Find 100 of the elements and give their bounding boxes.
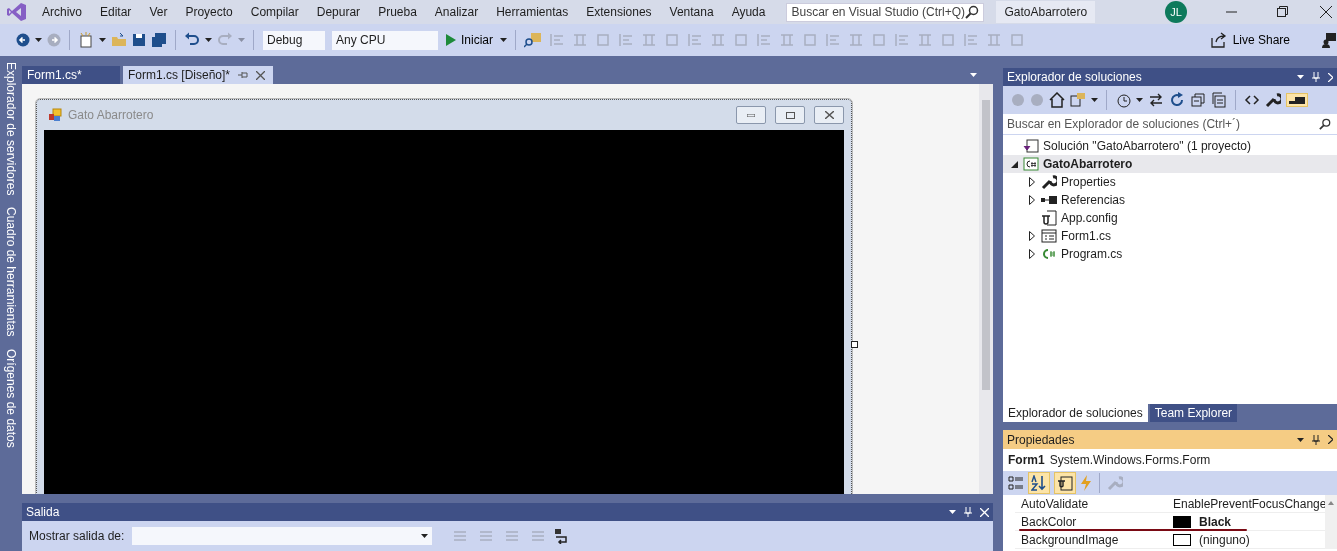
menu-item[interactable]: Proyecto bbox=[176, 5, 242, 19]
configuration-dropdown[interactable]: Debug bbox=[262, 29, 326, 51]
menu-item[interactable]: Ver bbox=[140, 5, 177, 19]
tree-item[interactable]: GatoAbarrotero bbox=[1003, 155, 1337, 173]
save-all-icon[interactable] bbox=[151, 32, 167, 48]
property-name[interactable]: BackgroundImage bbox=[1015, 532, 1173, 547]
live-share-button[interactable]: Live Share bbox=[1204, 31, 1296, 49]
config-file-icon bbox=[1041, 210, 1057, 226]
menu-item[interactable]: Editar bbox=[91, 5, 141, 19]
menu-item[interactable]: Extensiones bbox=[577, 5, 661, 19]
side-tab[interactable]: Orígenes de datos bbox=[4, 348, 18, 448]
menu-item[interactable]: Analizar bbox=[425, 5, 488, 19]
properties-toggle[interactable] bbox=[1054, 472, 1076, 494]
tree-item[interactable]: App.config bbox=[1003, 209, 1337, 227]
property-value[interactable]: Black bbox=[1199, 514, 1232, 529]
save-icon[interactable] bbox=[132, 33, 146, 47]
sync-icon[interactable] bbox=[1148, 92, 1164, 108]
caret-icon[interactable] bbox=[1297, 75, 1304, 79]
menu-item[interactable]: Ventana bbox=[660, 5, 723, 19]
maximize-icon bbox=[785, 111, 795, 119]
search-icon bbox=[1319, 118, 1331, 130]
caret-icon[interactable] bbox=[99, 38, 106, 42]
minimize-button[interactable] bbox=[736, 106, 766, 124]
tree-item[interactable]: Properties bbox=[1003, 173, 1337, 191]
scroll-up-icon[interactable] bbox=[1328, 501, 1334, 505]
csharp-project-icon bbox=[1023, 157, 1039, 171]
wrench-icon bbox=[1041, 174, 1057, 190]
menu-item[interactable]: Herramientas bbox=[487, 5, 578, 19]
menu-item[interactable]: Compilar bbox=[241, 5, 308, 19]
panel-title: Propiedades bbox=[1007, 432, 1075, 447]
panel-tab[interactable]: Explorador de soluciones bbox=[1003, 404, 1148, 422]
tree-item[interactable]: Program.cs bbox=[1003, 245, 1337, 263]
solution-icon bbox=[1023, 139, 1039, 153]
property-name[interactable]: AutoValidate bbox=[1015, 496, 1173, 511]
collapse-all-icon[interactable] bbox=[1190, 92, 1206, 108]
object-type: System.Windows.Forms.Form bbox=[1049, 453, 1211, 467]
property-page-icon bbox=[1057, 475, 1073, 491]
tree-item[interactable]: Referencias bbox=[1003, 191, 1337, 209]
switch-views-icon[interactable] bbox=[1070, 92, 1086, 108]
home-icon[interactable] bbox=[1049, 92, 1065, 108]
scrollbar[interactable] bbox=[979, 84, 993, 494]
back-icon[interactable] bbox=[16, 33, 30, 47]
refresh-icon[interactable] bbox=[1169, 92, 1185, 108]
caret-icon[interactable] bbox=[1297, 437, 1304, 442]
find-folder-icon[interactable] bbox=[524, 32, 542, 48]
alphabetical-toggle[interactable] bbox=[1028, 472, 1050, 494]
panel-title: Salida bbox=[26, 505, 60, 519]
tree-item[interactable]: Form1.cs bbox=[1003, 227, 1337, 245]
copy-icon[interactable] bbox=[1211, 92, 1227, 108]
side-tab[interactable]: Explorador de servidores bbox=[4, 62, 18, 196]
form-title: Gato Abarrotero bbox=[68, 108, 154, 122]
close-icon[interactable] bbox=[1320, 6, 1333, 18]
pin-icon[interactable] bbox=[1312, 434, 1320, 445]
caret-icon[interactable] bbox=[949, 510, 956, 514]
clock-icon[interactable] bbox=[1115, 92, 1131, 108]
start-button[interactable]: Iniciar bbox=[444, 33, 495, 47]
maximize-button[interactable] bbox=[775, 106, 805, 124]
new-project-icon[interactable] bbox=[78, 32, 94, 48]
scrollbar[interactable] bbox=[1325, 495, 1337, 549]
minimize-icon bbox=[747, 113, 755, 117]
menu-item[interactable]: Prueba bbox=[369, 5, 426, 19]
restore-icon[interactable] bbox=[1277, 6, 1290, 18]
caret-icon[interactable] bbox=[970, 73, 977, 77]
feedback-icon[interactable] bbox=[1321, 32, 1337, 48]
platform-dropdown[interactable]: Any CPU bbox=[331, 29, 439, 51]
side-tab[interactable]: Cuadro de herramientas bbox=[4, 207, 18, 337]
expanded-arrow-icon[interactable] bbox=[1010, 160, 1018, 168]
references-icon bbox=[1041, 196, 1057, 204]
undo-icon[interactable] bbox=[184, 32, 200, 48]
caret-icon[interactable] bbox=[1091, 98, 1098, 102]
close-button[interactable] bbox=[814, 106, 844, 124]
close-icon[interactable] bbox=[256, 70, 266, 80]
caret-icon[interactable] bbox=[205, 38, 212, 42]
preview-toggle[interactable] bbox=[1286, 93, 1308, 107]
caret-icon bbox=[421, 534, 429, 538]
menu-item[interactable]: Archivo bbox=[33, 5, 91, 19]
panel-tab[interactable]: Team Explorer bbox=[1149, 404, 1238, 422]
property-name[interactable]: BackColor bbox=[1015, 514, 1173, 529]
document-tab[interactable]: Form1.cs [Diseño]* bbox=[123, 66, 274, 84]
search-icon bbox=[965, 5, 980, 19]
document-tab[interactable]: Form1.cs* bbox=[22, 66, 120, 84]
app-logo-icon[interactable] bbox=[7, 2, 27, 22]
property-value[interactable]: EnablePreventFocusChange bbox=[1173, 496, 1327, 511]
close-icon[interactable] bbox=[1328, 435, 1333, 444]
property-value[interactable]: (ninguno) bbox=[1199, 532, 1250, 547]
categorized-icon[interactable] bbox=[1008, 475, 1024, 491]
caret-icon[interactable] bbox=[35, 38, 42, 42]
caret-icon[interactable] bbox=[500, 38, 507, 42]
form-icon bbox=[48, 108, 62, 122]
csharp-file-icon bbox=[1041, 248, 1057, 260]
caret-icon[interactable] bbox=[1136, 98, 1143, 102]
field-label: Mostrar salida de: bbox=[29, 529, 125, 543]
resize-handle[interactable] bbox=[851, 341, 858, 348]
avatar[interactable]: JL bbox=[1165, 1, 1188, 23]
search-field[interactable]: Buscar en Visual Studio (Ctrl+Q) bbox=[786, 2, 985, 22]
wrench-icon[interactable] bbox=[1265, 92, 1281, 108]
tree-item[interactable]: Solución "GatoAbarrotero" (1 proyecto) bbox=[1003, 137, 1337, 155]
menu-item[interactable]: Ayuda bbox=[722, 5, 775, 19]
form-file-icon bbox=[1041, 229, 1057, 243]
menu-item[interactable]: Depurar bbox=[307, 5, 370, 19]
